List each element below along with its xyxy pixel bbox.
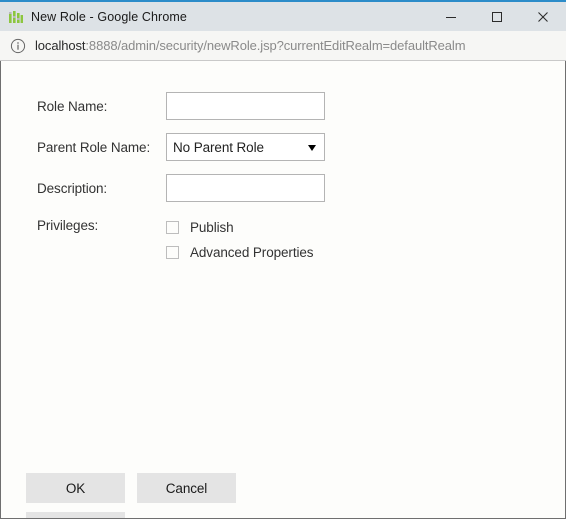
- description-input[interactable]: [166, 174, 325, 202]
- close-icon: [538, 11, 548, 22]
- ok-button[interactable]: OK: [26, 473, 125, 503]
- page-content: Role Name: Parent Role Name: No Parent R…: [0, 61, 566, 519]
- field-row-description: Description:: [37, 174, 325, 202]
- new-role-form: Role Name: Parent Role Name: No Parent R…: [37, 92, 325, 265]
- parent-role-select[interactable]: No Parent Role: [166, 133, 325, 161]
- window-title: New Role - Google Chrome: [31, 9, 187, 24]
- publish-label: Publish: [190, 220, 234, 235]
- url-display[interactable]: localhost:8888/admin/security/newRole.js…: [35, 38, 466, 53]
- maximize-button[interactable]: [474, 2, 520, 31]
- privileges-checkbox-group: Publish Advanced Properties: [166, 215, 314, 265]
- advanced-properties-checkbox[interactable]: [166, 246, 179, 259]
- cancel-button[interactable]: Cancel: [137, 473, 236, 503]
- close-button[interactable]: [520, 2, 566, 31]
- url-bar: localhost:8888/admin/security/newRole.js…: [0, 31, 566, 61]
- dialog-buttons: OK Cancel: [26, 473, 236, 503]
- publish-checkbox[interactable]: [166, 221, 179, 234]
- field-row-privileges: Privileges: Publish Advanced Properties: [37, 215, 325, 265]
- field-row-parent-role-name: Parent Role Name: No Parent Role: [37, 133, 325, 161]
- label-description: Description:: [37, 180, 108, 196]
- maximize-icon: [492, 11, 502, 22]
- field-row-role-name: Role Name:: [37, 92, 325, 120]
- browser-window: New Role - Google Chrome localhost:8888/…: [0, 0, 566, 519]
- url-host: localhost: [35, 38, 86, 53]
- minimize-icon: [446, 16, 456, 18]
- clipped-bottom-element: [26, 512, 125, 518]
- advanced-properties-label: Advanced Properties: [190, 245, 314, 260]
- equalizer-bars-icon: [8, 9, 24, 25]
- minimize-button[interactable]: [428, 2, 474, 31]
- chevron-down-icon: [308, 145, 316, 151]
- role-name-input[interactable]: [166, 92, 325, 120]
- parent-role-selected-value: No Parent Role: [173, 139, 264, 155]
- privilege-item-advanced-properties[interactable]: Advanced Properties: [166, 240, 314, 265]
- label-privileges: Privileges:: [37, 218, 99, 233]
- title-bar[interactable]: New Role - Google Chrome: [0, 0, 566, 31]
- label-parent-role-name: Parent Role Name:: [37, 139, 151, 155]
- privilege-item-publish[interactable]: Publish: [166, 215, 313, 240]
- info-circle-icon[interactable]: [10, 38, 26, 54]
- label-role-name: Role Name:: [37, 98, 108, 114]
- url-path: :8888/admin/security/newRole.jsp?current…: [85, 38, 466, 53]
